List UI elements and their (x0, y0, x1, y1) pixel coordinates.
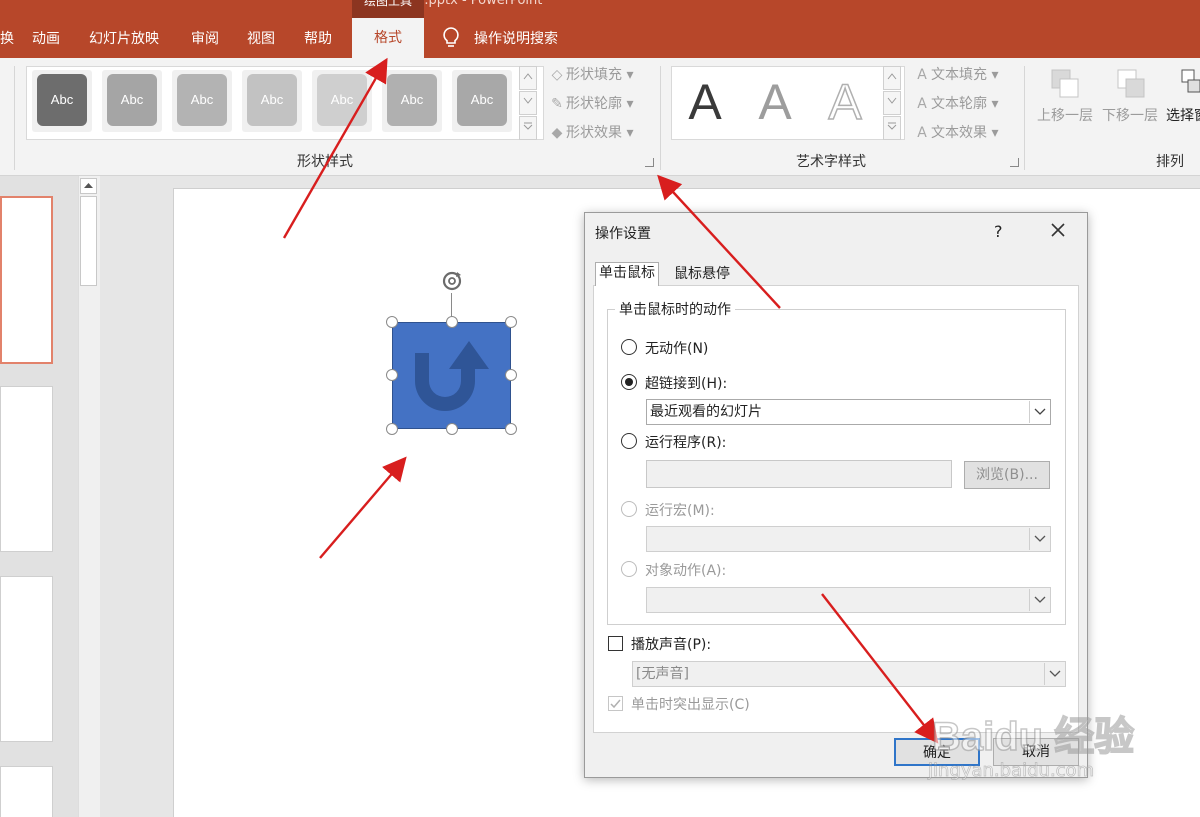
baidu-watermark: Baidu 经验 jingyan.baidu.com (928, 698, 1188, 798)
annotation-arrow (657, 174, 781, 309)
annotation-arrows (282, 57, 939, 744)
watermark-brand: Baidu 经验 (931, 714, 1135, 760)
annotation-arrow (821, 593, 939, 744)
annotation-arrow (282, 57, 388, 239)
annotation-arrow (319, 456, 407, 559)
watermark-url: jingyan.baidu.com (928, 760, 1095, 782)
